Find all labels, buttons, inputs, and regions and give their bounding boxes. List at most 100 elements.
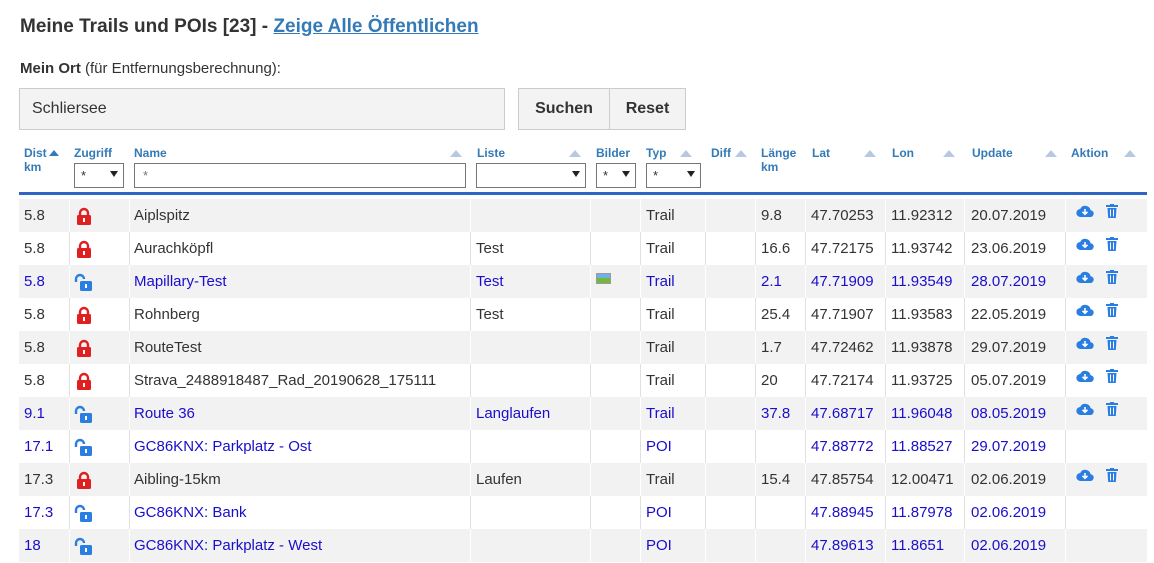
sort-update-icon[interactable] [1045,150,1057,157]
cell-name[interactable]: Route 36 [134,397,195,430]
sort-list-icon[interactable] [569,150,581,157]
sort-lat-icon[interactable] [864,150,876,157]
cell-name[interactable]: GC86KNX: Bank [134,496,247,529]
download-icon[interactable] [1076,204,1094,222]
table-row[interactable]: 5.8 Mapillary-Test Test Trail 2.1 47.71909 11.… [19,265,1147,298]
col-lat[interactable]: Lat [812,146,830,160]
table-row[interactable]: 17.3 GC86KNX: Bank POI 47.88945 11.87978 02.0… [19,496,1147,529]
col-pics[interactable]: Bilder [596,146,630,160]
trash-icon[interactable] [1106,402,1118,420]
table-row[interactable]: 17.3 Aibling-15km Laufen Trail 15.4 47.85754 1… [19,463,1147,496]
cell-name[interactable]: GC86KNX: Parkplatz - West [134,529,322,562]
lock-icon[interactable] [76,207,92,230]
reset-button[interactable]: Reset [609,88,686,130]
download-icon[interactable] [1076,270,1094,288]
lock-icon[interactable] [76,471,92,494]
show-all-public-link[interactable]: Zeige Alle Öffentlichen [273,16,478,37]
type-filter-select[interactable]: * [646,163,701,188]
cell-divider [69,430,70,463]
cell-name[interactable]: Mapillary-Test [134,265,227,298]
name-filter-input[interactable] [134,163,466,188]
pics-filter-select[interactable]: * [596,163,636,188]
unlock-icon[interactable] [73,504,95,527]
sort-lon-icon[interactable] [943,150,955,157]
unlock-icon[interactable] [73,537,95,560]
trash-icon[interactable] [1106,270,1118,288]
lock-icon[interactable] [76,240,92,263]
trash-icon[interactable] [1106,336,1118,354]
cell-divider [705,430,706,463]
trash-icon[interactable] [1106,303,1118,321]
access-filter-select[interactable]: * [74,163,124,188]
download-icon[interactable] [1076,237,1094,255]
trash-icon[interactable] [1106,237,1118,255]
cell-name[interactable]: GC86KNX: Parkplatz - Ost [134,430,312,463]
col-dist[interactable]: Dist km [24,146,59,174]
table-row[interactable]: 17.1 GC86KNX: Parkplatz - Ost POI 47.88772 1… [19,430,1147,463]
col-update[interactable]: Update [972,146,1013,160]
cell-divider [964,529,965,562]
cell-divider [129,298,130,331]
download-icon[interactable] [1076,369,1094,387]
sort-action-icon[interactable] [1124,150,1136,157]
cell-divider [885,298,886,331]
cell-type: Trail [646,405,675,422]
cell-divider [590,463,591,496]
cell-name[interactable]: Strava_2488918487_Rad_20190628_175111 [134,364,436,397]
chevron-down-icon [687,171,695,177]
cell-divider [964,430,965,463]
col-list[interactable]: Liste [477,146,505,160]
lock-icon[interactable] [76,372,92,395]
table-row[interactable]: 5.8 RouteTest Trail 1.7 47.72462 11.93878 29.0… [19,331,1147,364]
table-row[interactable]: 5.8 Rohnberg Test Trail 25.4 47.71907 11.93583… [19,298,1147,331]
col-name[interactable]: Name [134,146,167,160]
table-row[interactable]: 5.8 Strava_2488918487_Rad_20190628_175111… [19,364,1147,397]
image-icon[interactable] [596,273,611,284]
table-row[interactable]: 18 GC86KNX: Parkplatz - West POI 47.89613 11… [19,529,1147,562]
table-row[interactable]: 9.1 Route 36 Langlaufen Trail 37.8 47.68717 11… [19,397,1147,430]
col-diff[interactable]: Diff [711,146,731,160]
col-type[interactable]: Typ [646,146,666,160]
cell-divider [705,232,706,265]
cell-divider [885,364,886,397]
cell-name[interactable]: Aurachköpfl [134,232,213,265]
col-length[interactable]: Länge km [761,146,796,174]
download-icon[interactable] [1076,336,1094,354]
download-icon[interactable] [1076,402,1094,420]
sort-type-icon[interactable] [680,150,692,157]
cell-name[interactable]: Rohnberg [134,298,200,331]
table-row[interactable]: 5.8 Aiplspitz Trail 9.8 47.70253 11.92312 20.0… [19,199,1147,232]
cell-lat: 47.85754 [811,471,874,488]
list-filter-select[interactable] [476,163,586,188]
cell-update: 08.05.2019 [971,405,1047,422]
trash-icon[interactable] [1106,468,1118,486]
sort-asc-icon [48,150,59,156]
download-icon[interactable] [1076,303,1094,321]
cell-divider [470,430,471,463]
download-icon[interactable] [1076,468,1094,486]
location-input[interactable] [19,88,505,130]
trash-icon[interactable] [1106,204,1118,222]
col-lon[interactable]: Lon [892,146,914,160]
sort-diff-icon[interactable] [735,150,747,157]
lock-icon[interactable] [76,306,92,329]
unlock-icon[interactable] [73,273,95,296]
col-action: Aktion [1071,146,1109,160]
search-button[interactable]: Suchen [518,88,610,130]
unlock-icon[interactable] [73,438,95,461]
col-access[interactable]: Zugriff [74,146,112,160]
cell-divider [69,298,70,331]
cell-name[interactable]: Aiplspitz [134,199,190,232]
trash-icon[interactable] [1106,369,1118,387]
location-label: Mein Ort (für Entfernungsberechnung): [20,60,281,77]
unlock-icon[interactable] [73,405,95,428]
table-row[interactable]: 5.8 Aurachköpfl Test Trail 16.6 47.72175 11.93… [19,232,1147,265]
cell-divider [805,265,806,298]
cell-name[interactable]: Aibling-15km [134,463,221,496]
cell-name[interactable]: RouteTest [134,331,202,364]
cell-divider [964,232,965,265]
cell-divider [590,232,591,265]
cell-lat: 47.72462 [811,339,874,356]
sort-name-icon[interactable] [450,150,462,157]
lock-icon[interactable] [76,339,92,362]
